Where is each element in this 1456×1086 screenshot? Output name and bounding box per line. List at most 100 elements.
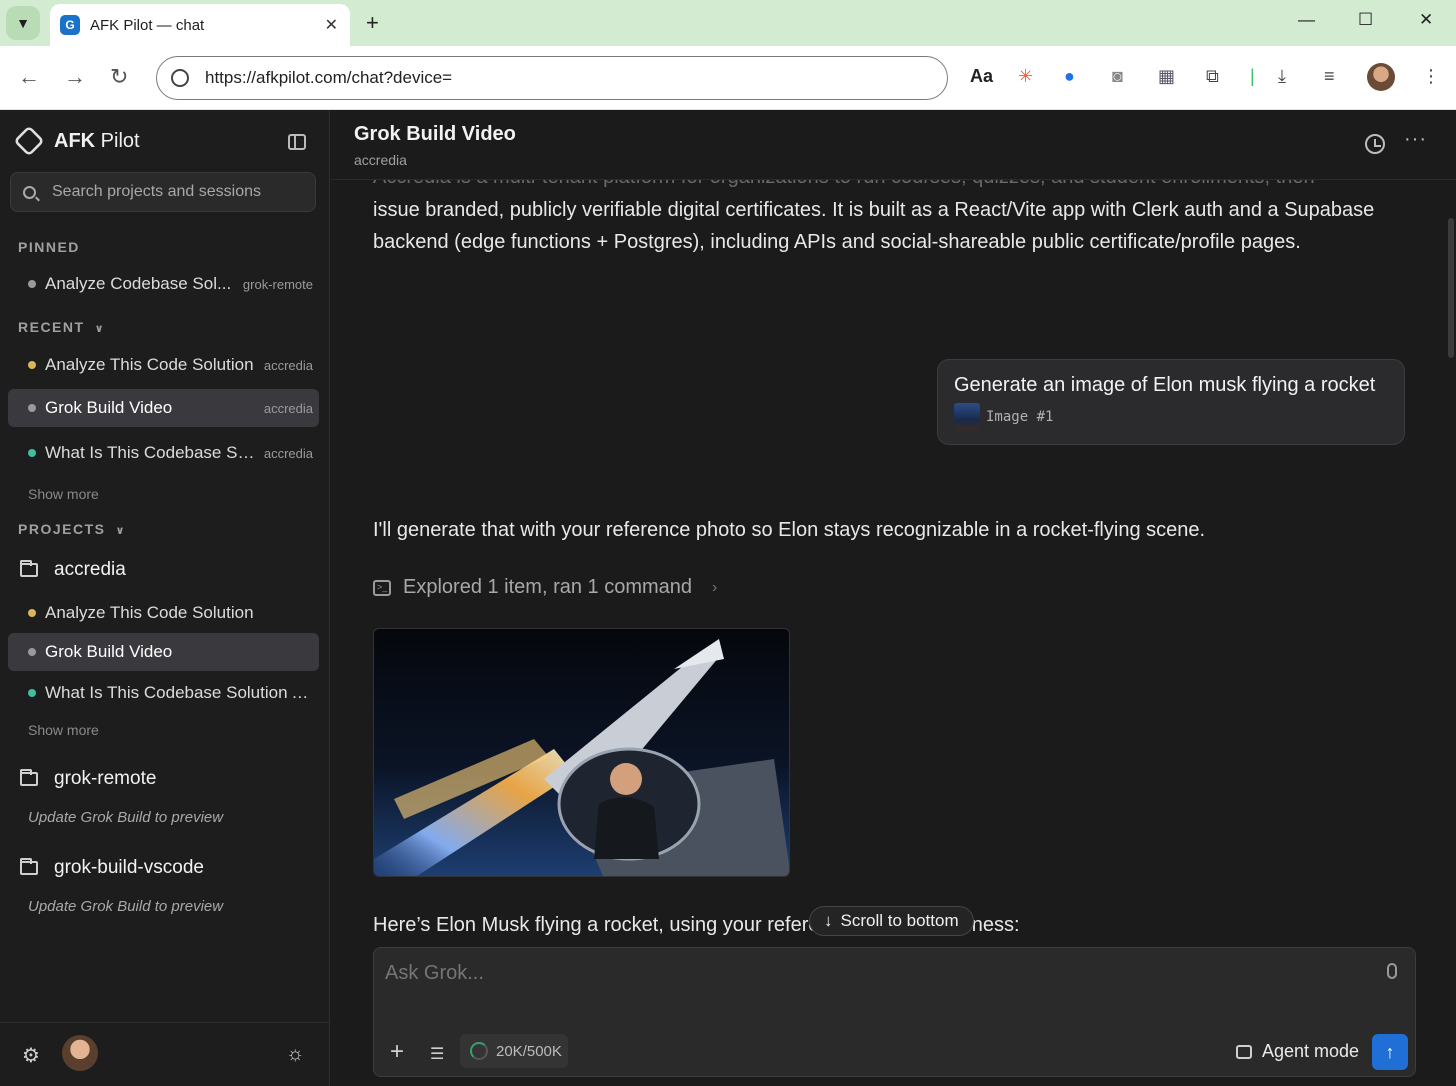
scroll-to-bottom-label: Scroll to bottom <box>840 911 959 930</box>
qr-code-icon[interactable]: ▦ <box>1158 66 1175 87</box>
item-label: Analyze This Code Solution <box>45 603 254 622</box>
assistant-reply: I'll generate that with your reference p… <box>373 519 1206 541</box>
chat-main: Grok Build Video accredia ··· Accredia i… <box>331 110 1456 1086</box>
search-input[interactable]: Search projects and sessions <box>10 172 316 212</box>
chat-title: Grok Build Video <box>354 123 516 145</box>
user-message-bubble: Generate an image of Elon musk flying a … <box>937 359 1405 445</box>
browser-menu-icon[interactable]: ⋮ <box>1422 66 1440 87</box>
agent-mode-label: Agent mode <box>1262 1041 1360 1061</box>
browser-tab-bar: ▼ G AFK Pilot — chat ✕ + — ☐ ✕ <box>0 0 1456 46</box>
project-name: grok-build-vscode <box>54 857 204 878</box>
pinned-heading: PINNED <box>18 239 80 255</box>
context-usage-pill[interactable]: 20K/500K <box>460 1034 568 1068</box>
extensions-puzzle-icon[interactable]: ⧉ <box>1206 66 1219 87</box>
chat-subtitle: accredia <box>354 152 407 168</box>
search-placeholder: Search projects and sessions <box>52 183 261 200</box>
sidebar-footer: ⚙ ☼ <box>0 1022 330 1086</box>
microphone-icon[interactable] <box>1387 963 1397 979</box>
afk-pilot-favicon-icon: G <box>60 15 80 35</box>
attachment[interactable]: Image #1 <box>954 403 1388 431</box>
explored-text: Explored 1 item, ran 1 command <box>403 576 693 598</box>
agent-mode-toggle[interactable]: Agent mode <box>1236 1041 1359 1062</box>
project-accredia[interactable]: accredia <box>20 559 126 581</box>
recent-item-active[interactable]: Grok Build Video accredia <box>8 389 319 427</box>
scroll-to-bottom-button[interactable]: ↓ Scroll to bottom <box>809 906 974 936</box>
show-more-recent[interactable]: Show more <box>28 486 99 502</box>
chevron-down-icon: ∨ <box>94 323 105 335</box>
tab-search-button[interactable]: ▼ <box>6 6 40 40</box>
download-icon[interactable]: ⤓ <box>1278 66 1286 87</box>
rocket-scene-illustration <box>374 629 789 876</box>
forward-arrow-icon[interactable]: → <box>64 64 86 90</box>
chat-extension-icon[interactable]: ● <box>1064 66 1075 87</box>
status-dot <box>28 609 36 617</box>
terminal-icon: >_ <box>373 579 391 596</box>
afk-pilot-logo-icon <box>13 125 45 157</box>
assistant-paragraph: issue branded, publicly verifiable digit… <box>373 199 1375 253</box>
project-grok-remote[interactable]: grok-remote <box>20 768 156 790</box>
chevron-right-icon: › <box>712 578 718 596</box>
status-dot <box>28 280 36 288</box>
avatar[interactable] <box>62 1035 98 1071</box>
project-session-item-active[interactable]: Grok Build Video <box>8 633 319 671</box>
attachment-label: Image #1 <box>986 409 1054 425</box>
profile-avatar[interactable] <box>1367 63 1395 91</box>
chat-header: Grok Build Video accredia ··· <box>331 110 1456 180</box>
back-arrow-icon[interactable]: ← <box>18 64 40 90</box>
project-grok-build-vscode[interactable]: grok-build-vscode <box>20 857 204 879</box>
settings-sliders-icon[interactable]: ☰ <box>430 1044 444 1064</box>
project-name: accredia <box>54 559 126 580</box>
progress-ring-icon <box>470 1042 488 1060</box>
collapse-sidebar-icon[interactable] <box>288 134 306 150</box>
recent-item[interactable]: What Is This Codebase Sol... accredia <box>8 434 319 472</box>
url-text[interactable]: https://afkpilot.com/chat?device= <box>205 68 452 88</box>
sidebar: AFK Pilot Search projects and sessions P… <box>0 110 330 1086</box>
status-dot <box>28 689 36 697</box>
add-attachment-button[interactable]: + <box>390 1038 404 1066</box>
maximize-button[interactable]: ☐ <box>1358 10 1373 30</box>
item-label: What Is This Codebase Solution A... <box>45 683 313 702</box>
brand: AFK Pilot <box>13 125 140 157</box>
camera-icon[interactable]: ◙ <box>1112 66 1123 87</box>
item-label: What Is This Codebase Sol... <box>45 443 256 462</box>
close-window-button[interactable]: ✕ <box>1419 10 1433 30</box>
projects-heading[interactable]: PROJECTS ∨ <box>18 521 126 537</box>
claude-extension-icon[interactable]: ✳ <box>1018 66 1033 87</box>
new-tab-button[interactable]: + <box>366 10 379 36</box>
media-playlist-icon[interactable]: ≡ <box>1324 66 1335 87</box>
site-info-icon[interactable] <box>171 69 189 87</box>
divider-icon: | <box>1250 66 1255 86</box>
tab-close-icon[interactable]: ✕ <box>325 15 338 35</box>
tab-title: AFK Pilot — chat <box>90 16 205 34</box>
status-dot <box>28 361 36 369</box>
project-session-item[interactable]: What Is This Codebase Solution A... <box>8 674 319 712</box>
generated-image[interactable] <box>373 628 790 877</box>
recent-item[interactable]: Analyze This Code Solution accredia <box>8 346 319 384</box>
status-dot <box>28 404 36 412</box>
browser-tab[interactable]: G AFK Pilot — chat ✕ <box>50 4 350 46</box>
item-tag: accredia <box>263 357 313 373</box>
attachment-thumbnail[interactable] <box>954 403 980 431</box>
address-bar[interactable]: https://afkpilot.com/chat?device= <box>156 56 948 100</box>
arrow-up-icon: ↑ <box>1385 1041 1395 1062</box>
send-button[interactable]: ↑ <box>1372 1034 1408 1070</box>
gear-icon[interactable]: ⚙ <box>22 1043 40 1068</box>
sun-icon[interactable]: ☼ <box>286 1043 304 1066</box>
chevron-down-icon: ▼ <box>16 15 30 31</box>
ask-grok-input[interactable] <box>385 962 1345 985</box>
chat-scrollbar[interactable] <box>1448 218 1454 358</box>
history-clock-icon[interactable] <box>1365 134 1385 154</box>
show-more-projects[interactable]: Show more <box>28 722 99 738</box>
reload-icon[interactable]: ↻ <box>110 64 128 90</box>
pinned-item[interactable]: Analyze Codebase Sol... grok-remote <box>8 265 319 303</box>
project-session-item[interactable]: Analyze This Code Solution <box>8 594 319 632</box>
minimize-button[interactable]: — <box>1298 10 1315 30</box>
explored-summary[interactable]: >_ Explored 1 item, ran 1 command › <box>373 576 717 599</box>
reader-mode-icon[interactable]: Aa <box>970 66 993 87</box>
status-dot <box>28 449 36 457</box>
project-subtitle: Update Grok Build to preview <box>28 898 224 915</box>
more-options-icon[interactable]: ··· <box>1404 128 1427 151</box>
folder-icon <box>20 560 38 577</box>
recent-heading[interactable]: RECENT ∨ <box>18 319 105 335</box>
item-label: Analyze This Code Solution <box>45 355 254 374</box>
